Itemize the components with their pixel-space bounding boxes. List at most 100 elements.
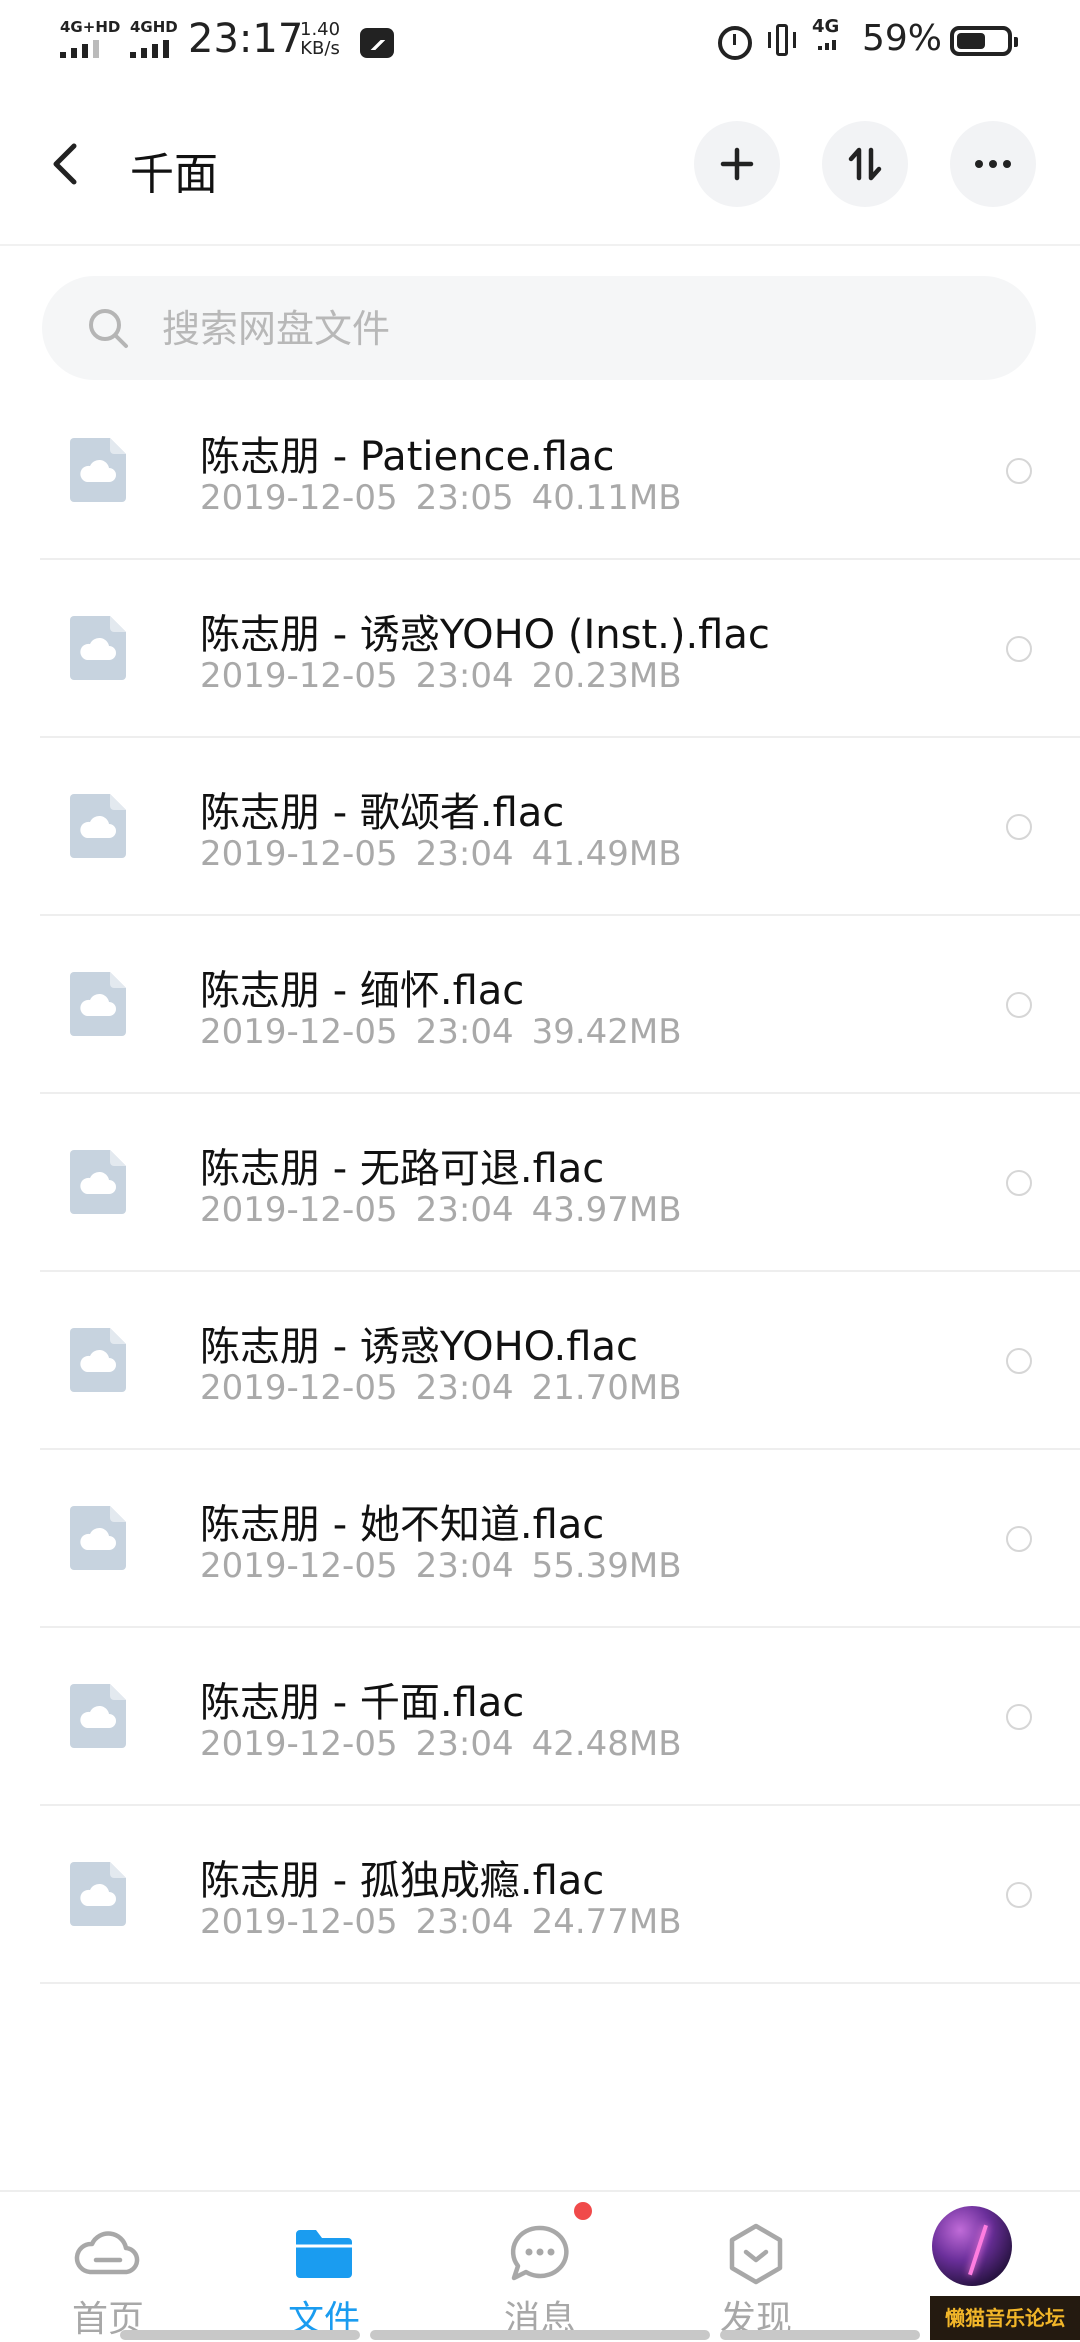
file-name: 陈志朋 - 千面.flac xyxy=(200,1680,525,1726)
discover-cube-icon xyxy=(729,2223,783,2285)
file-name: 陈志朋 - 无路可退.flac xyxy=(200,1146,605,1192)
app-header: 千面 xyxy=(0,84,1080,246)
select-radio[interactable] xyxy=(1006,636,1032,662)
file-time: 23:04 xyxy=(415,1546,514,1586)
file-date: 2019-12-05 xyxy=(200,1012,398,1052)
sim1-label: 4G+HD xyxy=(60,18,121,36)
file-meta: 2019-12-05 23:04 41.49MB xyxy=(200,834,682,874)
sort-button[interactable] xyxy=(822,121,908,207)
cloud-file-icon xyxy=(70,972,126,1036)
cloud-file-icon xyxy=(70,1150,126,1214)
select-radio[interactable] xyxy=(1006,1170,1032,1196)
tab-discover[interactable]: 发现 xyxy=(648,2192,864,2342)
cloud-icon xyxy=(74,2231,140,2275)
tab-home[interactable]: 首页 xyxy=(0,2192,216,2342)
more-button[interactable] xyxy=(950,121,1036,207)
battery-fill xyxy=(957,33,985,49)
file-size: 21.70MB xyxy=(531,1368,682,1408)
select-radio[interactable] xyxy=(1006,992,1032,1018)
battery-icon xyxy=(950,26,1018,56)
watermark-label: 懒猫音乐论坛 xyxy=(930,2296,1080,2340)
search-input[interactable] xyxy=(160,298,1004,360)
file-name: 陈志朋 - 诱惑YOHO.flac xyxy=(200,1324,638,1370)
file-name: 陈志朋 - Patience.flac xyxy=(200,434,615,480)
file-row[interactable]: 陈志朋 - 她不知道.flac 2019-12-05 23:04 55.39MB xyxy=(40,1450,1080,1628)
file-date: 2019-12-05 xyxy=(200,1368,398,1408)
network-signal-icon xyxy=(818,40,836,50)
file-name: 陈志朋 - 孤独成瘾.flac xyxy=(200,1858,605,1904)
battery-percent: 59% xyxy=(862,18,943,59)
page-title: 千面 xyxy=(130,149,218,200)
status-bar: 4G+HD 4GHD 23:17 1.40 KB/s 4G 59% xyxy=(0,0,1080,84)
file-time: 23:04 xyxy=(415,1012,514,1052)
file-name: 陈志朋 - 缅怀.flac xyxy=(200,968,525,1014)
file-row[interactable]: 陈志朋 - Patience.flac 2019-12-05 23:05 40.11… xyxy=(40,382,1080,560)
file-time: 23:04 xyxy=(415,1368,514,1408)
back-arrow-icon[interactable] xyxy=(40,136,96,192)
unread-badge xyxy=(574,2202,592,2220)
gallery-notification-icon xyxy=(360,28,394,58)
plus-icon xyxy=(720,147,754,181)
sort-icon xyxy=(848,147,882,181)
network-speed-unit: KB/s xyxy=(300,38,340,59)
select-radio[interactable] xyxy=(1006,1882,1032,1908)
tab-files[interactable]: 文件 xyxy=(216,2192,432,2342)
file-meta: 2019-12-05 23:05 40.11MB xyxy=(200,478,682,518)
file-date: 2019-12-05 xyxy=(200,1724,398,1764)
more-dots-icon xyxy=(975,160,1011,168)
file-time: 23:04 xyxy=(415,1190,514,1230)
file-row[interactable]: 陈志朋 - 诱惑YOHO (Inst.).flac 2019-12-05 23:0… xyxy=(40,560,1080,738)
gesture-bar xyxy=(370,2330,710,2340)
folder-icon xyxy=(296,2230,352,2278)
vibrate-icon xyxy=(768,24,796,60)
file-size: 40.11MB xyxy=(531,478,682,518)
file-name: 陈志朋 - 歌颂者.flac xyxy=(200,790,565,836)
tab-messages[interactable]: 消息 xyxy=(432,2192,648,2342)
search-bar[interactable] xyxy=(42,276,1036,380)
file-meta: 2019-12-05 23:04 24.77MB xyxy=(200,1902,682,1942)
network-speed-value: 1.40 xyxy=(300,19,341,40)
file-meta: 2019-12-05 23:04 42.48MB xyxy=(200,1724,682,1764)
cloud-file-icon xyxy=(70,1862,126,1926)
cloud-file-icon xyxy=(70,1684,126,1748)
file-name: 陈志朋 - 她不知道.flac xyxy=(200,1502,605,1548)
cloud-file-icon xyxy=(70,794,126,858)
file-time: 23:04 xyxy=(415,1724,514,1764)
file-row[interactable]: 陈志朋 - 无路可退.flac 2019-12-05 23:04 43.97MB xyxy=(40,1094,1080,1272)
network-speed: 1.40 KB/s xyxy=(300,20,340,58)
file-row[interactable]: 陈志朋 - 歌颂者.flac 2019-12-05 23:04 41.49MB xyxy=(40,738,1080,916)
file-size: 43.97MB xyxy=(531,1190,682,1230)
file-name: 陈志朋 - 诱惑YOHO (Inst.).flac xyxy=(200,612,770,658)
alarm-icon xyxy=(718,26,752,60)
file-row[interactable]: 陈志朋 - 千面.flac 2019-12-05 23:04 42.48MB xyxy=(40,1628,1080,1806)
select-radio[interactable] xyxy=(1006,1526,1032,1552)
file-row[interactable]: 陈志朋 - 诱惑YOHO.flac 2019-12-05 23:04 21.70MB xyxy=(40,1272,1080,1450)
bottom-nav: 首页 文件 消息 发现 xyxy=(0,2190,1080,2342)
cloud-file-icon xyxy=(70,1328,126,1392)
file-size: 39.42MB xyxy=(531,1012,682,1052)
avatar[interactable] xyxy=(932,2206,1012,2286)
search-icon xyxy=(89,309,128,348)
file-date: 2019-12-05 xyxy=(200,1546,398,1586)
gesture-bar xyxy=(720,2330,920,2340)
cloud-file-icon xyxy=(70,438,126,502)
file-list: 陈志朋 - Patience.flac 2019-12-05 23:05 40.11… xyxy=(40,382,1080,1984)
file-meta: 2019-12-05 23:04 43.97MB xyxy=(200,1190,682,1230)
cloud-file-icon xyxy=(70,1506,126,1570)
select-radio[interactable] xyxy=(1006,458,1032,484)
status-time: 23:17 xyxy=(188,16,304,62)
cloud-file-icon xyxy=(70,616,126,680)
file-size: 24.77MB xyxy=(531,1902,682,1942)
select-radio[interactable] xyxy=(1006,1348,1032,1374)
sim2-label: 4GHD xyxy=(130,18,178,36)
file-time: 23:04 xyxy=(415,834,514,874)
add-button[interactable] xyxy=(694,121,780,207)
file-row[interactable]: 陈志朋 - 缅怀.flac 2019-12-05 23:04 39.42MB xyxy=(40,916,1080,1094)
file-size: 55.39MB xyxy=(531,1546,682,1586)
select-radio[interactable] xyxy=(1006,814,1032,840)
network-type: 4G xyxy=(812,16,840,37)
file-row[interactable]: 陈志朋 - 孤独成瘾.flac 2019-12-05 23:04 24.77MB xyxy=(40,1806,1080,1984)
select-radio[interactable] xyxy=(1006,1704,1032,1730)
gesture-bar xyxy=(120,2330,360,2340)
file-size: 42.48MB xyxy=(531,1724,682,1764)
